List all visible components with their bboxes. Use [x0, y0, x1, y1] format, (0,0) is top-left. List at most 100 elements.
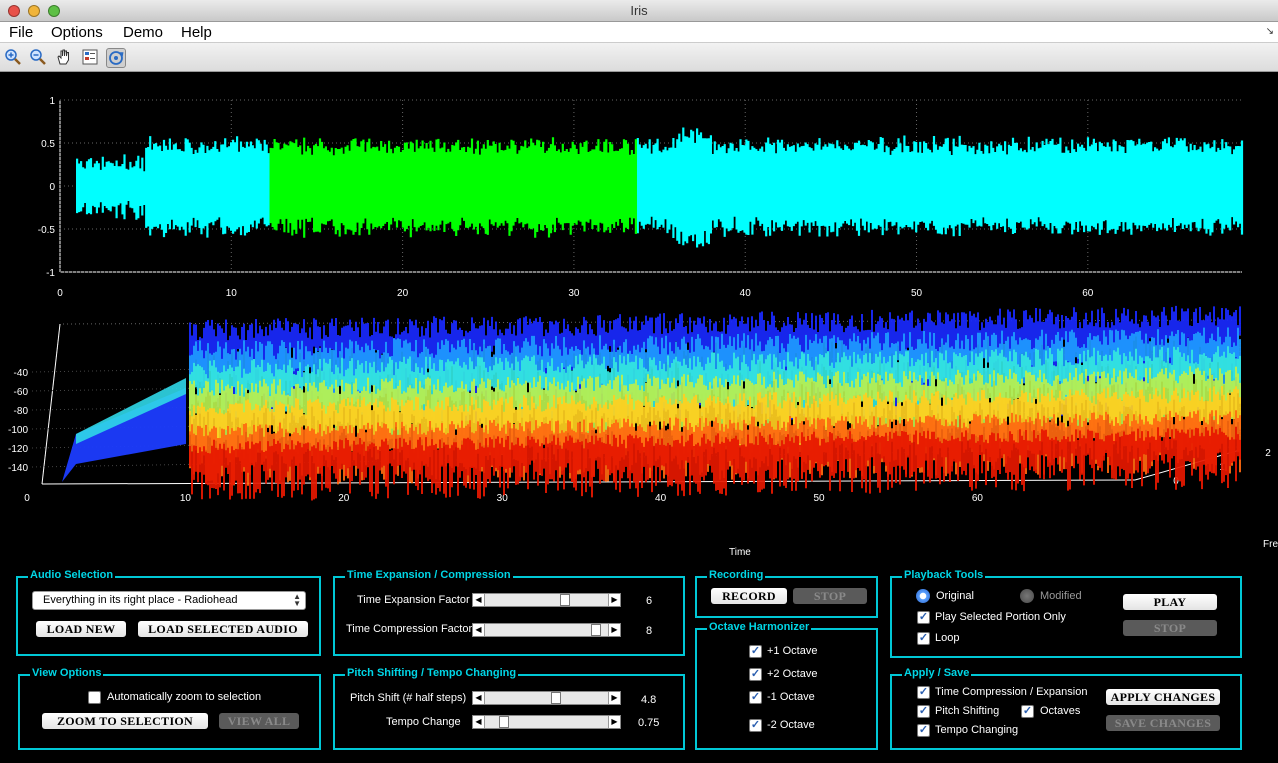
- wave-y-tick-label: -1: [46, 268, 55, 279]
- audio-select-dropdown[interactable]: Everything in its right place - Radiohea…: [32, 591, 306, 610]
- apply-tempo-label: Tempo Changing: [935, 724, 1019, 736]
- spectrogram-intro-ramp-top: [76, 378, 186, 444]
- chevron-right-icon[interactable]: ▶: [608, 594, 620, 606]
- chevron-right-icon[interactable]: ▶: [608, 692, 620, 704]
- slider-thumb[interactable]: [499, 716, 509, 728]
- menu-options[interactable]: Options: [51, 24, 103, 41]
- spectrogram-grid-line: [31, 370, 1241, 392]
- apply-octaves-label: Octaves: [1040, 705, 1081, 717]
- octave-minus1-checkbox[interactable]: ✓: [749, 691, 762, 704]
- chevron-left-icon[interactable]: ◀: [473, 692, 485, 704]
- octave-minus2-checkbox[interactable]: ✓: [749, 719, 762, 732]
- play-selected-only-checkbox[interactable]: ✓: [917, 611, 930, 624]
- octave-plus1-label: +1 Octave: [767, 645, 818, 657]
- panel-title: Playback Tools: [902, 569, 986, 581]
- minimize-window-icon[interactable]: [28, 5, 40, 17]
- play-button[interactable]: PLAY: [1123, 594, 1217, 610]
- load-new-button[interactable]: LOAD NEW: [36, 621, 126, 637]
- spectrogram-z-tick-label: -40: [14, 368, 29, 379]
- auto-zoom-label: Automatically zoom to selection: [107, 691, 262, 703]
- spectrogram-y-tick-label: 2: [1265, 448, 1271, 459]
- original-radio[interactable]: [916, 589, 930, 603]
- spectrogram-y-axis: [1134, 449, 1241, 481]
- chevron-right-icon[interactable]: ▶: [608, 716, 620, 728]
- zoom-out-icon[interactable]: [28, 48, 48, 68]
- original-label: Original: [936, 590, 974, 602]
- playback-stop-button[interactable]: STOP: [1123, 620, 1217, 636]
- menu-overflow-icon[interactable]: ↘: [1266, 26, 1274, 37]
- window-title: Iris: [630, 3, 648, 18]
- spectrogram-box-back: [41, 319, 1241, 485]
- chevron-left-icon[interactable]: ◀: [473, 594, 485, 606]
- loop-checkbox[interactable]: ✓: [917, 632, 930, 645]
- view-all-button[interactable]: VIEW ALL: [219, 713, 299, 729]
- wave-y-tick-label: 0: [49, 182, 55, 193]
- record-stop-button[interactable]: STOP: [793, 588, 867, 604]
- load-selected-audio-button[interactable]: LOAD SELECTED AUDIO: [138, 621, 308, 637]
- octave-minus1-label: -1 Octave: [767, 691, 815, 703]
- time-expansion-panel: Time Expansion / Compression Time Expans…: [333, 569, 685, 656]
- wave-x-tick-label: 0: [57, 288, 63, 299]
- chevron-left-icon[interactable]: ◀: [473, 716, 485, 728]
- wave-y-tick-label: -0.5: [38, 225, 56, 236]
- wave-x-tick-label: 10: [226, 288, 238, 299]
- loop-label: Loop: [935, 632, 960, 644]
- time-compression-value: 8: [646, 625, 653, 637]
- maximize-window-icon[interactable]: [48, 5, 60, 17]
- menu-file[interactable]: File: [9, 24, 33, 41]
- spectrogram-y-tick-label: 0: [1173, 476, 1179, 487]
- data-cursor-icon[interactable]: [80, 48, 100, 68]
- menu-demo[interactable]: Demo: [123, 24, 163, 41]
- menu-help[interactable]: Help: [181, 24, 212, 41]
- zoom-to-selection-button[interactable]: ZOOM TO SELECTION: [42, 713, 208, 729]
- time-compression-slider[interactable]: ◀ ▶: [472, 623, 621, 637]
- octave-plus2-checkbox[interactable]: ✓: [749, 668, 762, 681]
- panel-title: Pitch Shifting / Tempo Changing: [345, 667, 519, 679]
- slider-thumb[interactable]: [591, 624, 601, 636]
- apply-pitch-shifting-checkbox[interactable]: ✓: [917, 705, 930, 718]
- chevron-right-icon[interactable]: ▶: [608, 624, 620, 636]
- window-titlebar: Iris: [0, 0, 1278, 22]
- apply-time-compression-checkbox[interactable]: ✓: [917, 686, 930, 699]
- spectrogram-x-tick-label: 10: [180, 493, 192, 504]
- apply-time-compression-label: Time Compression / Expansion: [935, 686, 1088, 698]
- panel-title: Time Expansion / Compression: [345, 569, 513, 581]
- spectrogram-z-axis: [41, 323, 61, 485]
- waveform-plot[interactable]: 10.50-0.5-10 10 20 30 40 50 60: [0, 72, 1278, 302]
- modified-label: Modified: [1040, 590, 1082, 602]
- record-button[interactable]: RECORD: [711, 588, 787, 604]
- panel-title: Recording: [707, 569, 766, 581]
- slider-thumb[interactable]: [551, 692, 561, 704]
- modified-radio[interactable]: [1020, 589, 1034, 603]
- zoom-in-icon[interactable]: [3, 48, 23, 68]
- spectrogram-intro-ramp: [62, 388, 186, 482]
- panel-title: Octave Harmonizer: [707, 621, 812, 633]
- spectrogram-grid-line: [31, 408, 1241, 430]
- apply-tempo-checkbox[interactable]: ✓: [917, 724, 930, 737]
- auto-zoom-checkbox[interactable]: [88, 691, 101, 704]
- spectrogram-x-tick-label: 0: [24, 493, 30, 504]
- save-changes-button[interactable]: SAVE CHANGES: [1106, 715, 1220, 731]
- spectrogram-surface: [189, 305, 1241, 501]
- apply-octaves-checkbox[interactable]: ✓: [1021, 705, 1034, 718]
- octave-plus1-checkbox[interactable]: ✓: [749, 645, 762, 658]
- wave-x-tick-label: 40: [740, 288, 752, 299]
- pitch-shift-slider[interactable]: ◀ ▶: [472, 691, 621, 705]
- wave-x-tick-label: 60: [1082, 288, 1094, 299]
- time-expansion-slider[interactable]: ◀ ▶: [472, 593, 621, 607]
- wave-x-tick-label: 20: [397, 288, 409, 299]
- tempo-change-slider[interactable]: ◀ ▶: [472, 715, 621, 729]
- close-window-icon[interactable]: [8, 5, 20, 17]
- chevron-left-icon[interactable]: ◀: [473, 624, 485, 636]
- pan-hand-icon[interactable]: [54, 48, 74, 68]
- spectrogram-grid-line: [31, 446, 1241, 468]
- tempo-change-label: Tempo Change: [386, 716, 461, 728]
- apply-changes-button[interactable]: APPLY CHANGES: [1106, 689, 1220, 705]
- slider-thumb[interactable]: [560, 594, 570, 606]
- rotate-3d-icon[interactable]: [106, 48, 126, 68]
- spectrogram-z-tick-label: -60: [14, 387, 29, 398]
- toolbar: [0, 43, 1278, 72]
- plot-area: 1 0.5 0 -0.5 -1 0 10 20 30 40 50 60 -40 -60 -80 -100 -1…: [0, 72, 1278, 562]
- waveform-selection: [269, 137, 637, 238]
- spectrogram-grid-line: [31, 389, 1241, 411]
